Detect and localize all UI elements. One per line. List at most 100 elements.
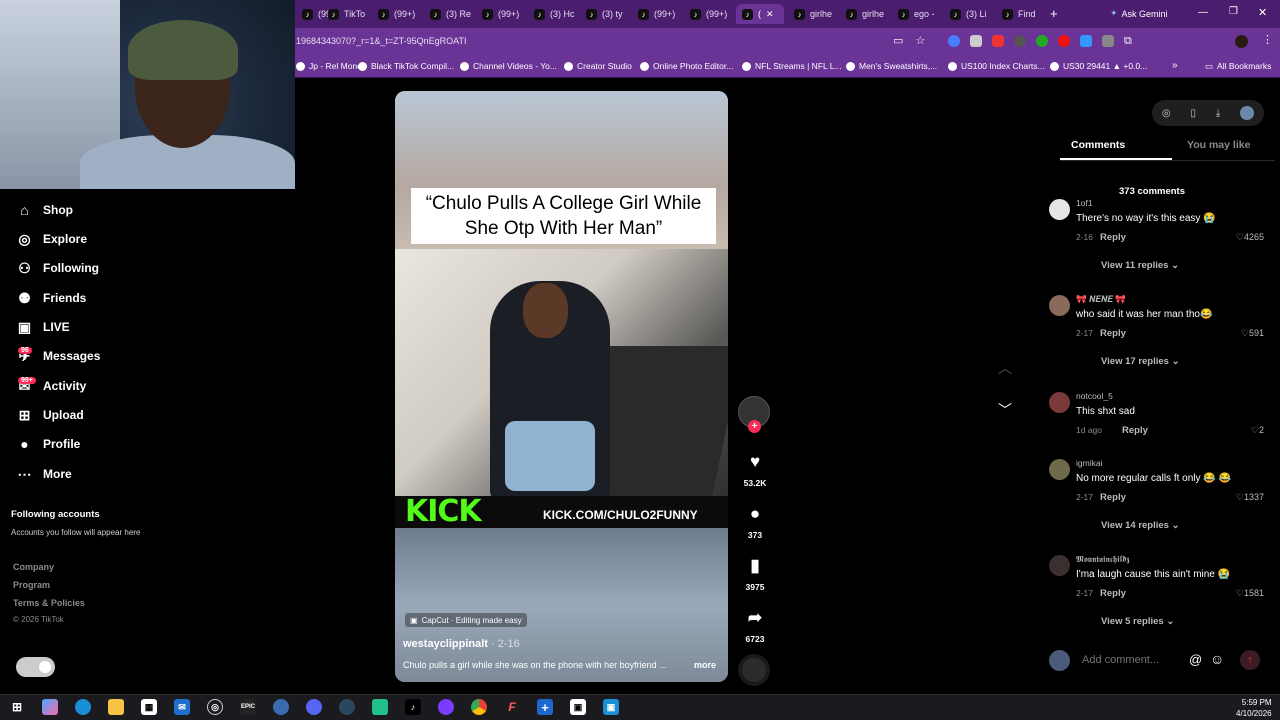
previous-video-chevron-icon[interactable]: ︿: [998, 358, 1012, 378]
browser-tab[interactable]: ♪ Find: [996, 4, 1044, 24]
extensions-puzzle-icon[interactable]: ⧉: [1124, 35, 1132, 48]
url-field[interactable]: 19684343070?_r=1&_t=ZT-95QnEgROATI: [296, 36, 466, 46]
video-player[interactable]: “Chulo Pulls A College Girl While She Ot…: [395, 91, 728, 682]
store-icon[interactable]: ▦: [141, 699, 157, 715]
tab-you-may-like[interactable]: You may like: [1187, 139, 1250, 151]
view-replies-button[interactable]: View 11 replies ⌄: [1101, 260, 1179, 271]
bookmarks-overflow-icon[interactable]: »: [1172, 60, 1178, 71]
comment-like-button[interactable]: ♡4265: [1236, 232, 1264, 243]
add-comment-input[interactable]: [1082, 654, 1182, 666]
commenter-name[interactable]: notcool_5: [1076, 391, 1113, 401]
browser-menu-icon[interactable]: ⋮: [1262, 33, 1273, 46]
bookmark-star-icon[interactable]: ☆: [915, 34, 925, 47]
bookmark-item[interactable]: Creator Studio: [564, 61, 632, 71]
bookmark-item[interactable]: Online Photo Editor...: [640, 61, 733, 71]
browser-tab[interactable]: ♪ (3) Re: [424, 4, 472, 24]
commenter-name[interactable]: igmikai: [1076, 458, 1102, 468]
browser-tab[interactable]: ♪ (✕: [736, 4, 784, 24]
bookmark-item[interactable]: Jp - Rel Money: [296, 61, 366, 71]
tab-comments[interactable]: Comments: [1071, 139, 1125, 151]
follow-plus-button[interactable]: +: [748, 420, 761, 433]
capcut-app-icon[interactable]: ▣: [570, 699, 586, 715]
sidebar-item-following[interactable]: ⚇ Following: [16, 258, 99, 278]
app-icon[interactable]: ▣: [603, 699, 619, 715]
browser-tab[interactable]: ♪ TikTo: [322, 4, 370, 24]
commenter-name[interactable]: 1of1: [1076, 198, 1093, 208]
browser-tab[interactable]: ♪ (3) ty: [580, 4, 628, 24]
epic-games-icon[interactable]: EPIC: [240, 699, 256, 715]
discord-icon[interactable]: [306, 699, 322, 715]
extension-icon[interactable]: [1014, 35, 1026, 47]
mention-icon[interactable]: @: [1189, 652, 1202, 667]
like-button[interactable]: ♥ 53.2K: [738, 452, 772, 488]
browser-tab[interactable]: ♪ (99+): [476, 4, 524, 24]
bookmark-item[interactable]: NFL Streams | NFL L...: [742, 61, 842, 71]
close-tab-icon[interactable]: ✕: [766, 9, 774, 20]
sidebar-item-upload[interactable]: ⊞ Upload: [16, 405, 84, 425]
bookmark-item[interactable]: US30 29441 ▲ +0.0...: [1050, 61, 1147, 71]
footer-link-company[interactable]: Company: [13, 562, 54, 572]
extension-icon[interactable]: [992, 35, 1004, 47]
comment-like-button[interactable]: ♡591: [1241, 328, 1264, 339]
minimize-button[interactable]: —: [1198, 7, 1208, 18]
profile-avatar-browser[interactable]: [1235, 35, 1248, 48]
browser-tab[interactable]: ♪ girlhe: [788, 4, 836, 24]
app-icon[interactable]: [438, 699, 454, 715]
phone-icon[interactable]: ▯: [1190, 108, 1196, 119]
commenter-avatar[interactable]: [1049, 555, 1070, 576]
close-window-button[interactable]: ✕: [1258, 6, 1267, 19]
windows-start-icon[interactable]: ⊞: [9, 699, 25, 715]
commenter-avatar[interactable]: [1049, 459, 1070, 480]
extension-icon[interactable]: [1036, 35, 1048, 47]
save-button[interactable]: ▮ 3975: [738, 556, 772, 592]
capcut-tag[interactable]: ▣ CapCut · Editing made easy: [405, 613, 527, 627]
browser-tab[interactable]: ♪ ego -: [892, 4, 940, 24]
footer-link-program[interactable]: Program: [13, 580, 50, 590]
view-replies-button[interactable]: View 17 replies ⌄: [1101, 356, 1180, 367]
comment-like-button[interactable]: ♡2: [1251, 425, 1264, 436]
reply-button[interactable]: Reply: [1100, 328, 1126, 339]
all-bookmarks-button[interactable]: ▭ All Bookmarks: [1205, 61, 1271, 72]
next-video-chevron-icon[interactable]: ﹀: [998, 400, 1012, 420]
sidebar-item-live[interactable]: ▣ LIVE: [16, 317, 70, 337]
ask-gemini-button[interactable]: ✦ Ask Gemini: [1110, 8, 1168, 19]
commenter-name[interactable]: 🎀 𝑵𝑬𝑵𝑬 🎀: [1076, 294, 1126, 305]
commenter-avatar[interactable]: [1049, 199, 1070, 220]
browser-tab[interactable]: ♪ (3) Hc: [528, 4, 576, 24]
maximize-button[interactable]: ❐: [1229, 6, 1238, 17]
video-author[interactable]: westayclippinalt · 2-16: [403, 638, 520, 650]
send-comment-button[interactable]: ↑: [1240, 650, 1260, 670]
footer-link-terms[interactable]: Terms & Policies: [13, 598, 85, 608]
commenter-name[interactable]: 𝕸𝖔𝖚𝖓𝖙𝖆𝖎𝖓𝖈𝖍𝖎𝖑𝖉𝖟: [1076, 554, 1129, 565]
reply-button[interactable]: Reply: [1100, 492, 1126, 503]
reply-button[interactable]: Reply: [1100, 588, 1126, 599]
reply-button[interactable]: Reply: [1100, 232, 1126, 243]
comment-like-button[interactable]: ♡1337: [1236, 492, 1264, 503]
sidebar-item-friends[interactable]: ⚉ Friends: [16, 288, 86, 308]
sidebar-item-shop[interactable]: ⌂ Shop: [16, 200, 73, 220]
chrome-icon[interactable]: [471, 699, 487, 715]
sidebar-item-explore[interactable]: ◎ Explore: [16, 229, 87, 249]
bookmark-item[interactable]: US100 Index Charts...: [948, 61, 1045, 71]
view-replies-button[interactable]: View 14 replies ⌄: [1101, 520, 1180, 531]
sidebar-item-more[interactable]: ⋯ More: [16, 464, 72, 484]
music-disc[interactable]: [738, 654, 770, 686]
download-icon[interactable]: ⤓: [1216, 108, 1220, 119]
extension-icon[interactable]: [1102, 35, 1114, 47]
browser-tab[interactable]: ♪ (99+): [632, 4, 680, 24]
steam-icon[interactable]: [339, 699, 355, 715]
extension-icon[interactable]: [970, 35, 982, 47]
copilot-icon[interactable]: [42, 699, 58, 715]
view-replies-button[interactable]: View 5 replies ⌄: [1101, 616, 1174, 627]
bookmark-item[interactable]: Black TikTok Compil...: [358, 61, 454, 71]
comment-like-button[interactable]: ♡1581: [1236, 588, 1264, 599]
browser-tab[interactable]: ♪ (99+): [684, 4, 732, 24]
new-tab-button[interactable]: +: [1050, 6, 1058, 21]
description-more-button[interactable]: more: [694, 660, 716, 670]
app-icon[interactable]: [372, 699, 388, 715]
extension-icon[interactable]: [1080, 35, 1092, 47]
cast-icon[interactable]: ▭: [893, 34, 903, 47]
edge-icon[interactable]: [75, 699, 91, 715]
commenter-avatar[interactable]: [1049, 295, 1070, 316]
app-icon[interactable]: [273, 699, 289, 715]
